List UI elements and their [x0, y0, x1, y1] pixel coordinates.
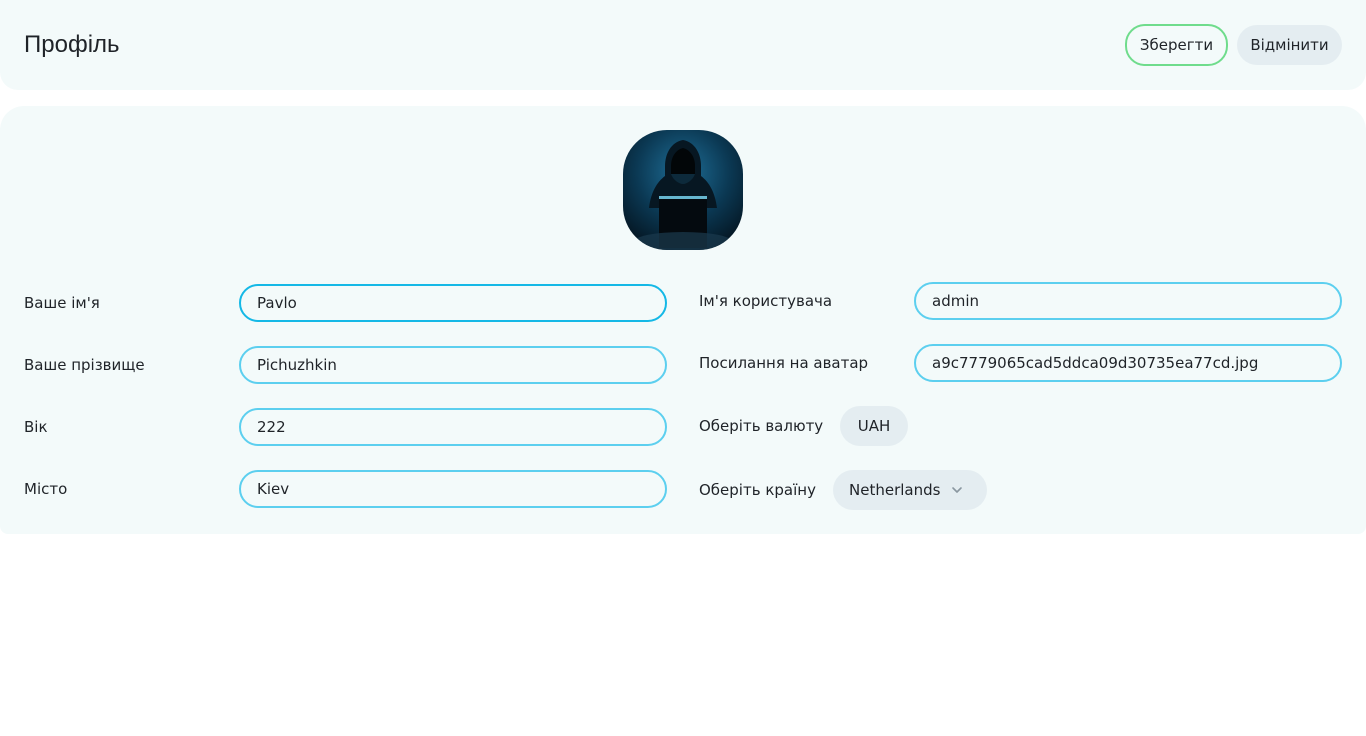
age-input[interactable] — [239, 408, 667, 446]
avatar-link-label: Посилання на аватар — [699, 354, 869, 372]
last-name-input[interactable] — [239, 346, 667, 384]
city-input[interactable] — [239, 470, 667, 508]
country-select[interactable]: Netherlands — [833, 470, 987, 510]
currency-label: Оберіть валюту — [699, 417, 824, 435]
profile-header: Профіль Зберегти Відмінити — [0, 0, 1366, 90]
save-button[interactable]: Зберегти — [1125, 24, 1228, 66]
chevron-down-icon — [952, 487, 962, 493]
age-label: Вік — [24, 418, 48, 436]
first-name-input[interactable] — [239, 284, 667, 322]
country-label: Оберіть країну — [699, 481, 816, 499]
page-title: Профіль — [24, 31, 120, 58]
username-input[interactable] — [914, 282, 1342, 320]
currency-select[interactable]: UAH — [840, 406, 908, 446]
first-name-label: Ваше ім'я — [24, 294, 100, 312]
cancel-button[interactable]: Відмінити — [1237, 25, 1342, 65]
country-select-value: Netherlands — [849, 481, 941, 499]
hooded-hacker-avatar-icon — [623, 130, 743, 250]
city-label: Місто — [24, 480, 68, 498]
username-label: Ім'я користувача — [699, 292, 833, 310]
avatar — [623, 130, 743, 250]
last-name-label: Ваше прізвище — [24, 356, 145, 374]
avatar-link-input[interactable] — [914, 344, 1342, 382]
